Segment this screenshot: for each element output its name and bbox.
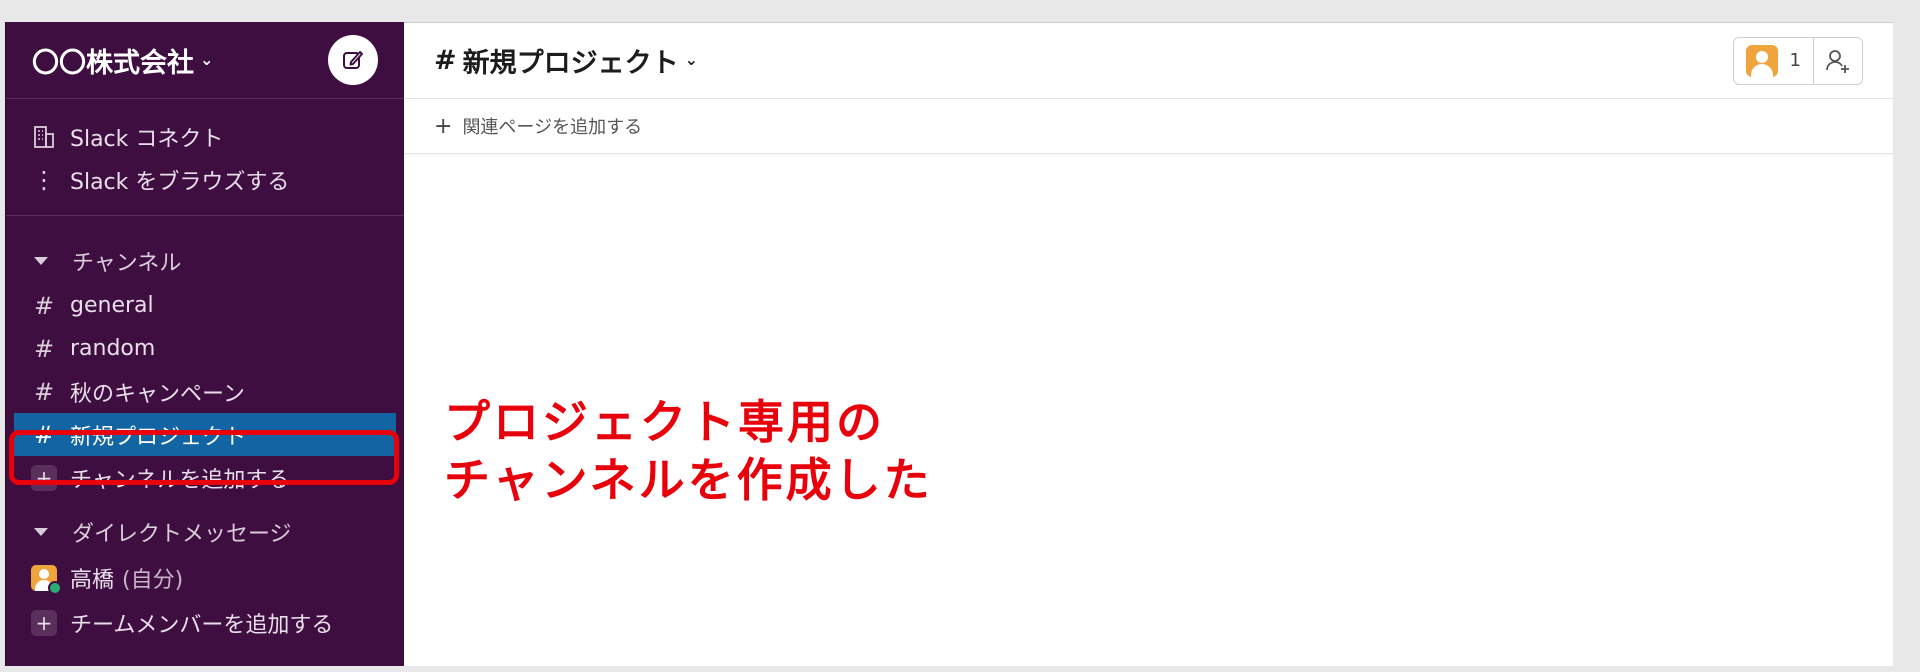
- hash-icon: #: [33, 334, 55, 363]
- member-count: 1: [1789, 50, 1801, 71]
- channel-title: 新規プロジェクト: [462, 48, 679, 79]
- sidebar-item-label: Slack コネクト: [70, 126, 224, 152]
- sidebar-item-browse-slack[interactable]: ⋮ Slack をブラウズする: [6, 158, 404, 201]
- dm-section-header[interactable]: ダイレクトメッセージ: [6, 509, 404, 555]
- dm-section-label: ダイレクトメッセージ: [72, 522, 292, 547]
- sidebar-item-label: Slack をブラウズする: [70, 169, 290, 195]
- channel-header: # 新規プロジェクト ⌄ 1: [404, 23, 1893, 99]
- channels-section-label: チャンネル: [72, 251, 182, 276]
- channel-label: general: [70, 293, 154, 318]
- hash-icon: #: [434, 45, 457, 76]
- sidebar-top-nav: Slack コネクト ⋮ Slack をブラウズする: [6, 99, 404, 216]
- sidebar-channel-random[interactable]: # random: [6, 327, 404, 370]
- dm-user-name: 高橋: [70, 568, 115, 593]
- sidebar: 〇〇株式会社 ⌄ Slack コネクト ⋮ Slack をブラウズする チャンネ…: [5, 22, 404, 666]
- member-list-button[interactable]: 1: [1734, 37, 1814, 84]
- sidebar-channel-autumn-campaign[interactable]: # 秋のキャンペーン: [6, 370, 404, 413]
- channel-label: random: [70, 336, 156, 361]
- channel-title-button[interactable]: # 新規プロジェクト ⌄: [434, 41, 698, 80]
- highlight-box: [9, 430, 399, 485]
- compose-button[interactable]: [328, 35, 378, 85]
- add-member-label: チームメンバーを追加する: [70, 612, 334, 638]
- sidebar-item-slack-connect[interactable]: Slack コネクト: [6, 115, 404, 158]
- add-people-button[interactable]: [1814, 38, 1862, 84]
- annotation-callout: プロジェクト専用の チャンネルを作成した: [444, 393, 933, 509]
- workspace-switcher[interactable]: 〇〇株式会社 ⌄: [32, 41, 213, 80]
- workspace-header: 〇〇株式会社 ⌄: [6, 22, 404, 99]
- channel-view: # 新規プロジェクト ⌄ 1 + 関連ページを追加する プロジェクト専用の チャ…: [404, 22, 1893, 666]
- building-icon: [30, 125, 58, 149]
- add-user-icon: [1826, 49, 1849, 73]
- annotation-line-2: チャンネルを作成した: [444, 453, 933, 507]
- bookmark-label: 関連ページを追加する: [462, 117, 643, 138]
- plus-icon: +: [434, 113, 453, 139]
- workspace-name: 〇〇株式会社: [32, 47, 194, 79]
- dm-user-suffix: (自分): [122, 568, 184, 593]
- channel-label: 秋のキャンペーン: [70, 381, 245, 407]
- plus-icon: +: [30, 609, 58, 636]
- sidebar-channel-general[interactable]: # general: [6, 284, 404, 327]
- slack-window: 〇〇株式会社 ⌄ Slack コネクト ⋮ Slack をブラウズする チャンネ…: [5, 22, 1893, 666]
- online-status-icon: [48, 581, 62, 595]
- members-widget: 1: [1732, 36, 1863, 85]
- caret-down-icon: [34, 528, 48, 536]
- chevron-down-icon: ⌄: [200, 49, 214, 69]
- user-avatar: [30, 565, 62, 595]
- more-vertical-icon: ⋮: [32, 165, 56, 194]
- add-member-button[interactable]: + チームメンバーを追加する: [6, 601, 404, 644]
- channels-section-header[interactable]: チャンネル: [6, 238, 404, 284]
- hash-icon: #: [33, 377, 55, 406]
- caret-down-icon: [34, 257, 48, 265]
- annotation-line-1: プロジェクト専用の: [444, 395, 885, 449]
- hash-icon: #: [33, 291, 55, 320]
- compose-icon: [343, 51, 363, 69]
- add-bookmark-button[interactable]: + 関連ページを追加する: [404, 99, 1893, 154]
- chevron-down-icon: ⌄: [684, 50, 699, 69]
- member-avatar: [1745, 44, 1778, 77]
- sidebar-dm-self[interactable]: 高橋 (自分): [6, 555, 404, 601]
